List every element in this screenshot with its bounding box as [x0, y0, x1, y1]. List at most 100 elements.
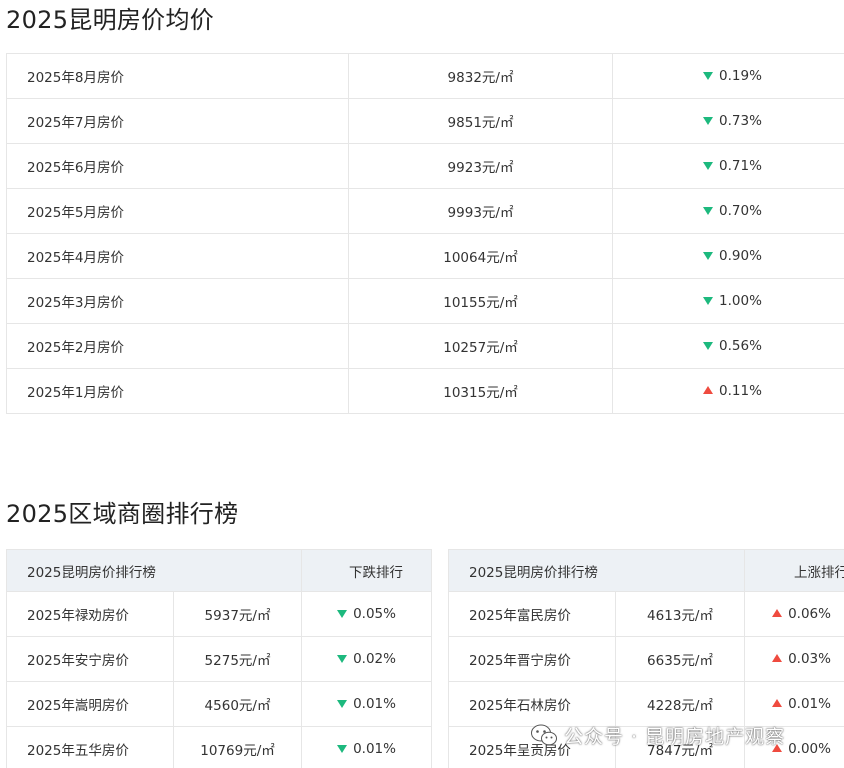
table-row: 2025年晋宁房价 6635元/㎡ 0.03%	[448, 636, 844, 682]
down-arrow-icon	[337, 610, 348, 618]
district-change: 0.05%	[301, 591, 433, 637]
price-change: 0.11%	[612, 368, 844, 414]
table-row: 2025年8月房价 9832元/㎡ 0.19%	[6, 53, 844, 99]
down-arrow-icon	[703, 252, 714, 260]
ranking-header-right: 上涨排行	[744, 549, 844, 592]
district-change: 0.02%	[301, 636, 433, 682]
avg-price: 10315元/㎡	[348, 368, 613, 414]
month-label: 2025年4月房价	[6, 233, 349, 279]
district-price: 5937元/㎡	[172, 591, 303, 637]
avg-price: 9923元/㎡	[348, 143, 613, 189]
change-value: 0.71%	[719, 158, 762, 174]
down-arrow-icon	[703, 72, 714, 80]
change-value: 1.00%	[719, 293, 762, 309]
district-change: 0.01%	[301, 726, 433, 768]
avg-price: 9832元/㎡	[348, 53, 613, 99]
change-value: 0.70%	[719, 203, 762, 219]
price-change: 1.00%	[612, 278, 844, 324]
table-row: 2025年五华房价 10769元/㎡ 0.01%	[6, 726, 433, 768]
price-change: 0.73%	[612, 98, 844, 144]
table-row: 2025年安宁房价 5275元/㎡ 0.02%	[6, 636, 433, 682]
change-value: 0.01%	[353, 741, 396, 757]
district-price: 4560元/㎡	[172, 681, 303, 727]
table-row: 2025年7月房价 9851元/㎡ 0.73%	[6, 98, 844, 144]
up-arrow-icon	[772, 699, 783, 707]
change-value: 0.11%	[719, 383, 762, 399]
district-change: 0.01%	[301, 681, 433, 727]
avg-price: 9851元/㎡	[348, 98, 613, 144]
month-label: 2025年1月房价	[6, 368, 349, 414]
table-header: 2025昆明房价排行榜 上涨排行	[447, 549, 844, 592]
district-ranking-title: 2025区域商圈排行榜	[6, 500, 239, 528]
down-arrow-icon	[703, 297, 714, 305]
wechat-icon	[531, 724, 557, 746]
ranking-header-right: 下跌排行	[301, 549, 433, 592]
district-change: 0.03%	[744, 636, 844, 682]
change-value: 0.01%	[788, 696, 831, 712]
table-row: 2025年富民房价 4613元/㎡ 0.06%	[448, 591, 844, 637]
month-label: 2025年3月房价	[6, 278, 349, 324]
up-arrow-icon	[703, 386, 714, 394]
change-value: 0.01%	[353, 696, 396, 712]
down-arrow-icon	[703, 207, 714, 215]
change-value: 0.90%	[719, 248, 762, 264]
table-row: 2025年禄劝房价 5937元/㎡ 0.05%	[6, 591, 433, 637]
table-row: 2025年2月房价 10257元/㎡ 0.56%	[6, 323, 844, 369]
avg-price: 10155元/㎡	[348, 278, 613, 324]
change-value: 0.05%	[353, 606, 396, 622]
month-label: 2025年6月房价	[6, 143, 349, 189]
month-label: 2025年7月房价	[6, 98, 349, 144]
price-change: 0.71%	[612, 143, 844, 189]
change-value: 0.06%	[788, 606, 831, 622]
monthly-price-table: 2025年8月房价 9832元/㎡ 0.19% 2025年7月房价 9851元/…	[6, 53, 844, 414]
monthly-price-title: 2025昆明房价均价	[6, 6, 215, 34]
avg-price: 10064元/㎡	[348, 233, 613, 279]
district-label: 2025年禄劝房价	[6, 591, 174, 637]
avg-price: 9993元/㎡	[348, 188, 613, 234]
change-value: 0.56%	[719, 338, 762, 354]
table-row: 2025年5月房价 9993元/㎡ 0.70%	[6, 188, 844, 234]
avg-price: 10257元/㎡	[348, 323, 613, 369]
down-arrow-icon	[703, 117, 714, 125]
table-row: 2025年嵩明房价 4560元/㎡ 0.01%	[6, 681, 433, 727]
change-value: 0.03%	[788, 651, 831, 667]
price-change: 0.70%	[612, 188, 844, 234]
up-arrow-icon	[772, 609, 783, 617]
district-label: 2025年晋宁房价	[448, 636, 616, 682]
district-label: 2025年五华房价	[6, 726, 174, 768]
falling-ranking-table: 2025昆明房价排行榜 下跌排行 2025年禄劝房价 5937元/㎡ 0.05%…	[5, 549, 433, 768]
ranking-header-left: 2025昆明房价排行榜	[447, 549, 746, 592]
watermark: 公众号 · 昆明房地产观察	[530, 718, 785, 752]
table-row: 2025年3月房价 10155元/㎡ 1.00%	[6, 278, 844, 324]
month-label: 2025年8月房价	[6, 53, 349, 99]
month-label: 2025年2月房价	[6, 323, 349, 369]
district-label: 2025年安宁房价	[6, 636, 174, 682]
district-price: 5275元/㎡	[172, 636, 303, 682]
price-change: 0.90%	[612, 233, 844, 279]
change-value: 0.00%	[788, 741, 831, 757]
change-value: 0.02%	[353, 651, 396, 667]
district-price: 10769元/㎡	[172, 726, 303, 768]
district-label: 2025年嵩明房价	[6, 681, 174, 727]
table-row: 2025年4月房价 10064元/㎡ 0.90%	[6, 233, 844, 279]
price-change: 0.19%	[612, 53, 844, 99]
watermark-text: 公众号 · 昆明房地产观察	[564, 725, 786, 748]
down-arrow-icon	[337, 655, 348, 663]
down-arrow-icon	[703, 342, 714, 350]
district-label: 2025年富民房价	[448, 591, 616, 637]
ranking-header-left: 2025昆明房价排行榜	[5, 549, 303, 592]
down-arrow-icon	[337, 745, 348, 753]
table-header: 2025昆明房价排行榜 下跌排行	[5, 549, 433, 592]
down-arrow-icon	[703, 162, 714, 170]
district-price: 6635元/㎡	[614, 636, 746, 682]
district-change: 0.06%	[744, 591, 844, 637]
up-arrow-icon	[772, 654, 783, 662]
month-label: 2025年5月房价	[6, 188, 349, 234]
price-change: 0.56%	[612, 323, 844, 369]
change-value: 0.19%	[719, 68, 762, 84]
change-value: 0.73%	[719, 113, 762, 129]
district-price: 4613元/㎡	[614, 591, 746, 637]
table-row: 2025年1月房价 10315元/㎡ 0.11%	[6, 368, 844, 414]
table-row: 2025年6月房价 9923元/㎡ 0.71%	[6, 143, 844, 189]
down-arrow-icon	[337, 700, 348, 708]
